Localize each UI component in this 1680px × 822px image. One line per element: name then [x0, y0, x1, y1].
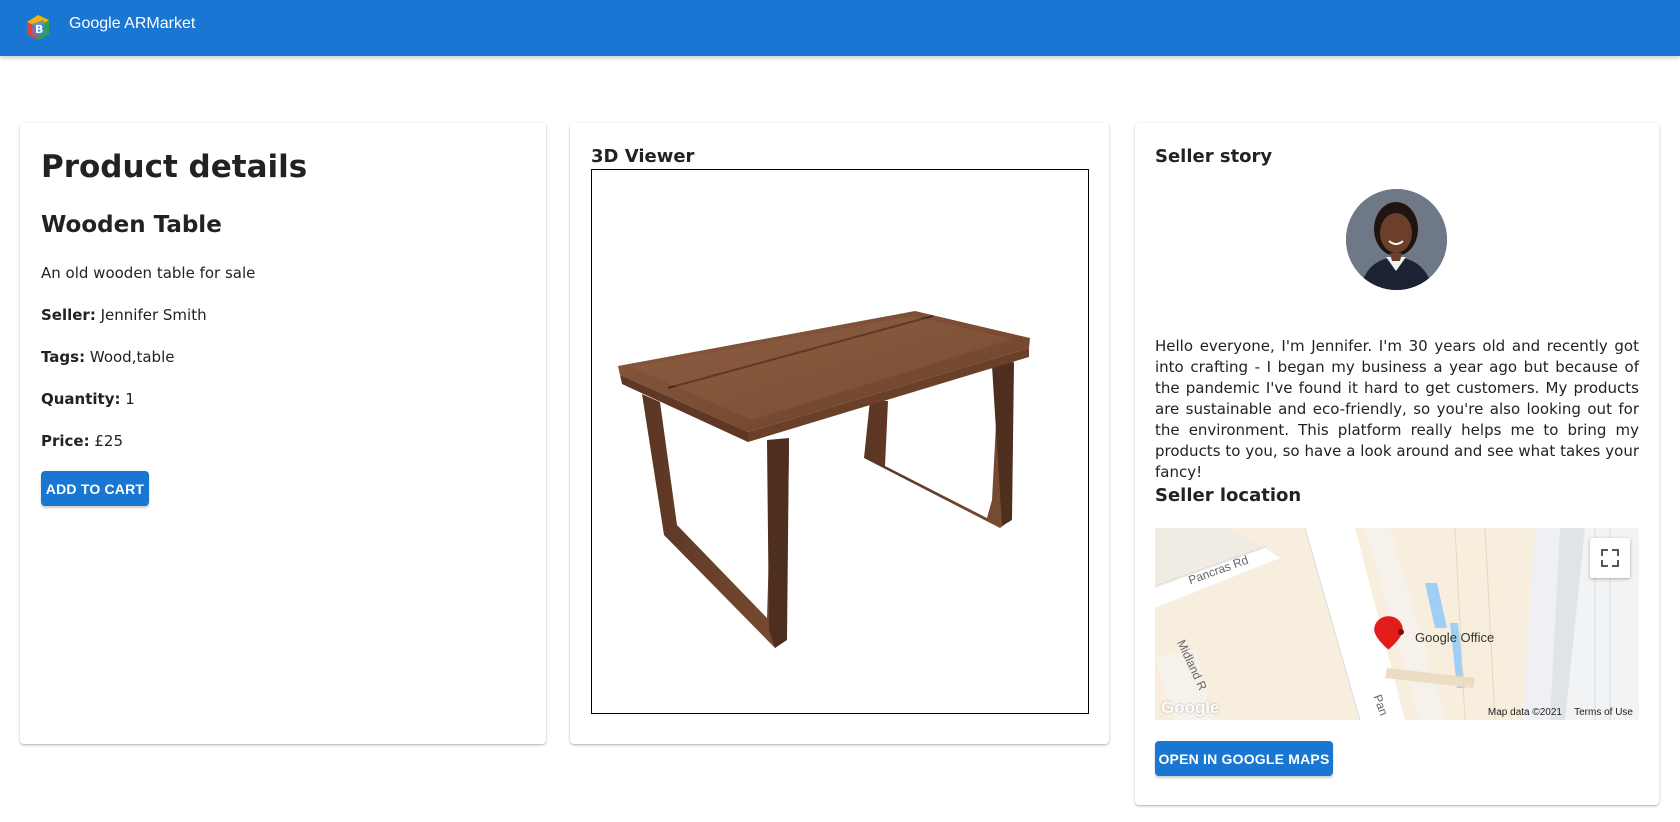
terms-of-use-link[interactable]: Terms of Use [1574, 707, 1633, 718]
fullscreen-button[interactable] [1590, 538, 1630, 578]
map-marker-label: Google Office [1415, 630, 1495, 645]
price-label: Price: [41, 432, 90, 450]
quantity-value: 1 [125, 390, 135, 408]
product-quantity: Quantity: 1 [41, 390, 135, 408]
fullscreen-icon [1601, 549, 1619, 567]
wooden-table-model[interactable] [592, 170, 1088, 713]
app-logo-icon[interactable]: B [24, 12, 52, 42]
product-details-card: Product details Wooden Table An old wood… [20, 123, 546, 744]
tags-value: Wood,table [89, 348, 175, 366]
open-in-google-maps-button[interactable]: OPEN IN GOOGLE MAPS [1155, 741, 1333, 776]
viewer-title: 3D Viewer [591, 146, 695, 167]
product-details-heading: Product details [41, 149, 308, 185]
seller-story-title: Seller story [1155, 146, 1273, 167]
app-title[interactable]: Google ARMarket [69, 15, 195, 33]
quantity-label: Quantity: [41, 390, 121, 408]
seller-location-title: Seller location [1155, 485, 1302, 506]
seller-value: Jennifer Smith [100, 306, 207, 324]
seller-label: Seller: [41, 306, 96, 324]
svg-text:B: B [35, 23, 43, 36]
seller-avatar [1346, 189, 1447, 290]
google-logo[interactable]: Google [1161, 698, 1220, 718]
app-bar: B Google ARMarket [0, 0, 1680, 56]
seller-card: Seller story Hello everyone, I'm Jennife… [1135, 123, 1659, 805]
tags-label: Tags: [41, 348, 86, 366]
seller-location-map[interactable]: Pancras Rd Midland R Pan Google Office G… [1155, 528, 1639, 720]
product-tags: Tags: Wood,table [41, 348, 174, 366]
map-data-attribution: Map data ©2021 [1487, 707, 1562, 718]
seller-story-text: Hello everyone, I'm Jennifer. I'm 30 yea… [1155, 337, 1639, 481]
price-value: £25 [94, 432, 124, 450]
product-name: Wooden Table [41, 212, 222, 238]
product-price: Price: £25 [41, 432, 123, 450]
product-description: An old wooden table for sale [41, 264, 256, 282]
product-seller: Seller: Jennifer Smith [41, 306, 207, 324]
3d-viewer-canvas[interactable] [591, 169, 1089, 714]
viewer-card: 3D Viewer [570, 123, 1109, 744]
add-to-cart-button[interactable]: ADD TO CART [41, 471, 149, 506]
